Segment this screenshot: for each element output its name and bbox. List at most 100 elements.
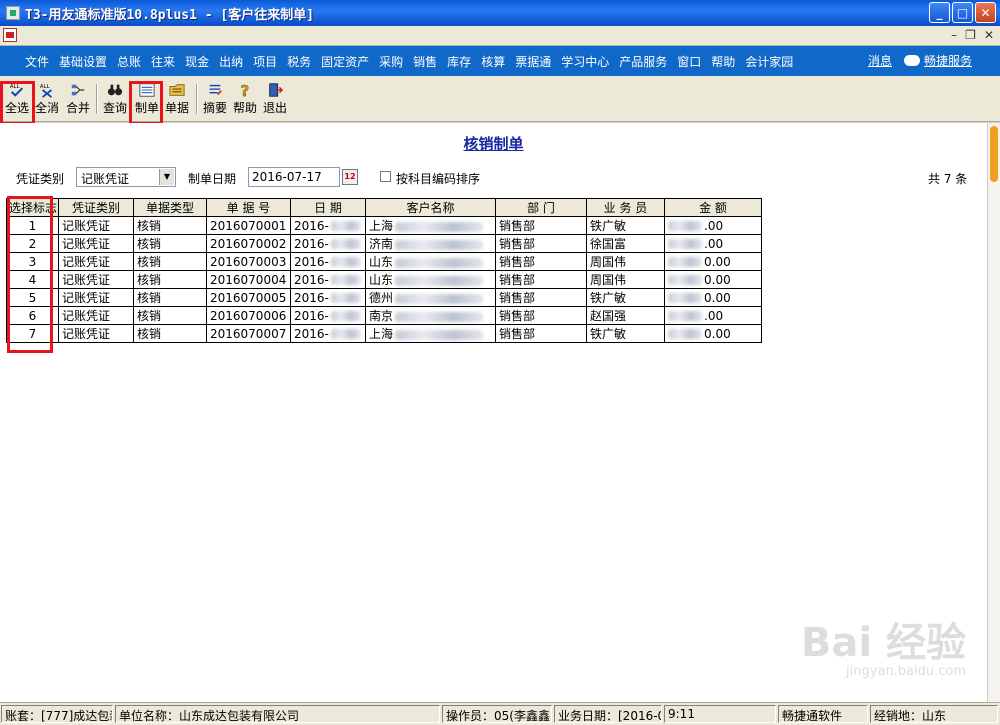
redacted-text <box>395 329 484 340</box>
dropdown-arrow-icon[interactable]: ▼ <box>159 169 174 185</box>
menu-item[interactable]: 固定资产 <box>316 53 374 70</box>
deselect-all-button[interactable]: ALL 全消 <box>32 82 62 116</box>
cell-dtype: 核销 <box>133 252 207 271</box>
close-button[interactable]: ✕ <box>975 2 996 23</box>
voucher-type-select[interactable]: 记账凭证 ▼ <box>76 167 176 187</box>
cell-date: 2016- <box>290 252 366 271</box>
cell-date: 2016- <box>290 216 366 235</box>
column-header[interactable]: 业 务 员 <box>586 198 665 217</box>
redacted-amount <box>668 329 702 339</box>
cell-dept: 销售部 <box>495 216 587 235</box>
exit-button[interactable]: 退出 <box>260 82 290 116</box>
status-operator: 操作员：05(李鑫鑫) <box>442 705 552 723</box>
menu-item[interactable]: 往来 <box>146 53 180 70</box>
menu-item[interactable]: 税务 <box>282 53 316 70</box>
baidu-watermark: Bai 经验 jingyan.baidu.com <box>800 620 966 679</box>
cell-vtype: 记账凭证 <box>58 324 134 343</box>
cell-no: 2016070001 <box>206 216 291 235</box>
menu-item[interactable]: 学习中心 <box>556 53 614 70</box>
redacted-text <box>395 275 484 286</box>
cell-staff: 周国伟 <box>586 270 665 289</box>
cell-cust: 山东 <box>365 270 496 289</box>
merge-icon <box>71 84 85 96</box>
cell-dept: 销售部 <box>495 234 587 253</box>
sort-checkbox[interactable] <box>380 171 391 182</box>
column-header[interactable]: 部 门 <box>495 198 587 217</box>
cell-vtype: 记账凭证 <box>58 270 134 289</box>
menu-item[interactable]: 总账 <box>112 53 146 70</box>
menu-item[interactable]: 帮助 <box>706 53 740 70</box>
menu-item[interactable]: 会计家园 <box>740 53 798 70</box>
menu-item[interactable]: 现金 <box>180 53 214 70</box>
column-header[interactable]: 单 据 号 <box>206 198 291 217</box>
cell-staff: 赵国强 <box>586 306 665 325</box>
cell-dtype: 核销 <box>133 216 207 235</box>
cell-dept: 销售部 <box>495 270 587 289</box>
cell-no: 2016070002 <box>206 234 291 253</box>
redacted-amount <box>668 239 702 249</box>
calendar-icon[interactable]: 12 <box>342 169 358 185</box>
menu-item[interactable]: 销售 <box>408 53 442 70</box>
menu-bar: 文件 基础设置 总账 往来 现金 出纳 项目 税务 固定资产 采购 销售 库存 核算 票据通 学习中心 产品服… <box>0 46 1000 76</box>
table-row[interactable]: 7 记账凭证 核销 2016070007 2016- 上海 销售部 铁广敏 0.00 <box>6 324 762 343</box>
cell-amount: 0.00 <box>664 270 762 289</box>
menu-item[interactable]: 核算 <box>476 53 510 70</box>
cell-dtype: 核销 <box>133 234 207 253</box>
maximize-button[interactable]: □ <box>952 2 973 23</box>
voucher-type-label: 凭证类别 <box>16 172 65 186</box>
menu-item[interactable]: 票据通 <box>510 53 556 70</box>
menu-item[interactable]: 项目 <box>248 53 282 70</box>
child-close-icon[interactable]: ✕ <box>984 28 994 42</box>
document-icon[interactable] <box>3 28 17 42</box>
page-title: 核销制单 <box>463 135 524 153</box>
summary-icon <box>209 84 222 96</box>
messages-link[interactable]: 消息 <box>868 52 892 69</box>
cell-no: 2016070007 <box>206 324 291 343</box>
cell-cust: 德州 <box>365 288 496 307</box>
column-header[interactable]: 金 额 <box>664 198 762 217</box>
menu-item[interactable]: 库存 <box>442 53 476 70</box>
minimize-button[interactable]: _ <box>929 2 950 23</box>
vertical-scrollbar[interactable] <box>987 123 1000 702</box>
cell-no: 2016070004 <box>206 270 291 289</box>
redacted-amount <box>668 221 702 231</box>
highlight-select-column <box>7 196 53 353</box>
menu-item[interactable]: 产品服务 <box>614 53 672 70</box>
app-icon <box>6 6 20 20</box>
cell-vtype: 记账凭证 <box>58 288 134 307</box>
child-restore-icon[interactable]: ❐ <box>965 28 976 42</box>
menu-item[interactable]: 窗口 <box>672 53 706 70</box>
help-button[interactable]: ? 帮助 <box>230 82 260 116</box>
column-header[interactable]: 凭证类别 <box>58 198 134 217</box>
menu-item[interactable]: 基础设置 <box>54 53 112 70</box>
cell-vtype: 记账凭证 <box>58 234 134 253</box>
column-header[interactable]: 单据类型 <box>133 198 207 217</box>
scroll-thumb[interactable] <box>990 126 998 182</box>
cell-date: 2016- <box>290 234 366 253</box>
menu-item[interactable]: 采购 <box>374 53 408 70</box>
table-row[interactable]: 6 记账凭证 核销 2016070006 2016- 南京 销售部 赵国强 .00 <box>6 306 762 325</box>
column-header[interactable]: 日 期 <box>290 198 366 217</box>
cell-amount: 0.00 <box>664 252 762 271</box>
table-row[interactable]: 1 记账凭证 核销 2016070001 2016- 上海 销售部 铁广敏 .00 <box>6 216 762 235</box>
voucher-grid: 选择标志 凭证类别 单据类型单 据 号日 期客户名称部 门业 务 员金 额 1 记账凭… <box>6 198 762 343</box>
document-button[interactable]: 单据 <box>162 82 192 116</box>
status-business-date: 业务日期：[2016-0 <box>554 705 662 723</box>
merge-button[interactable]: 合并 <box>63 82 93 116</box>
summary-button[interactable]: 摘要 <box>200 82 230 116</box>
menu-item[interactable]: 文件 <box>20 53 54 70</box>
date-input[interactable]: 2016-07-17 <box>248 167 340 187</box>
cell-dtype: 核销 <box>133 270 207 289</box>
child-minimize-icon[interactable]: – <box>951 28 957 42</box>
table-row[interactable]: 2 记账凭证 核销 2016070002 2016- 济南 销售部 徐国富 .00 <box>6 234 762 253</box>
column-header[interactable]: 客户名称 <box>365 198 496 217</box>
table-row[interactable]: 5 记账凭证 核销 2016070005 2016- 德州 销售部 铁广敏 0.00 <box>6 288 762 307</box>
service-link[interactable]: 畅捷服务 <box>924 52 972 69</box>
table-row[interactable]: 3 记账凭证 核销 2016070003 2016- 山东 销售部 周国伟 0.00 <box>6 252 762 271</box>
window-title: T3-用友通标准版10.8plus1 - [客户往来制单] <box>25 7 315 23</box>
table-row[interactable]: 4 记账凭证 核销 2016070004 2016- 山东 销售部 周国伟 0.00 <box>6 270 762 289</box>
redacted-text <box>330 239 361 249</box>
query-button[interactable]: 查询 <box>100 82 130 116</box>
status-vendor: 畅捷通软件 <box>778 705 868 723</box>
menu-item[interactable]: 出纳 <box>214 53 248 70</box>
